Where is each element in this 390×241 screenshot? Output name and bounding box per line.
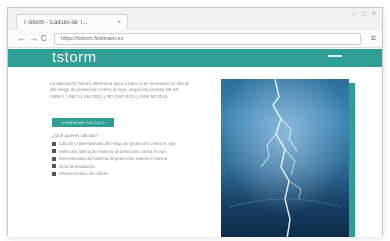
browser-window: T-Storm - Cálculo de T... × – □ × ← → C … xyxy=(7,7,383,237)
reload-icon[interactable]: C xyxy=(41,33,47,44)
question-text: ¿Qué quieres calcular? xyxy=(52,133,99,138)
lightning-svg xyxy=(221,79,349,237)
browser-tab[interactable]: T-Storm - Cálculo de T... × xyxy=(16,14,128,30)
list-item[interactable]: Guía de instalación xyxy=(52,164,192,170)
list-item[interactable]: Selección óptima del sistema de protecci… xyxy=(52,149,192,155)
checkbox-icon[interactable] xyxy=(52,156,56,161)
window-controls: – □ × xyxy=(352,11,376,19)
list-item[interactable]: Informe técnico del cálculo xyxy=(52,171,192,177)
browser-toolbar: ← → C https://tstorm.fedoraen.es ≡ xyxy=(8,30,382,48)
title-bar: T-Storm - Cálculo de T... × – □ × xyxy=(8,8,382,30)
intro-text: La aplicación Tstorm determina paso a pa… xyxy=(50,81,190,99)
forward-icon[interactable]: → xyxy=(29,33,38,44)
option-label: Dimensionado del sistema de protección e… xyxy=(59,156,168,162)
minimize-icon[interactable]: – xyxy=(352,11,356,19)
start-calculation-button[interactable]: COMENZAR CÁLCULO xyxy=(52,118,114,127)
checkbox-icon[interactable] xyxy=(52,171,56,176)
checkbox-icon[interactable] xyxy=(52,164,56,169)
site-header: tstorm xyxy=(8,49,382,67)
option-label: Cálculo y dimensionado del riesgo de pro… xyxy=(59,141,176,146)
list-item[interactable]: Cálculo y dimensionado del riesgo de pro… xyxy=(52,141,192,147)
address-bar[interactable]: https://tstorm.fedoraen.es xyxy=(54,33,361,45)
tab-title: T-Storm - Cálculo de T... xyxy=(23,19,88,26)
url-text: https://tstorm.fedoraen.es xyxy=(61,36,124,42)
lightning-image xyxy=(221,79,349,237)
header-nav-link[interactable] xyxy=(328,55,342,57)
maximize-icon[interactable]: □ xyxy=(362,11,366,19)
list-item[interactable]: Dimensionado del sistema de protección e… xyxy=(52,156,192,162)
menu-icon[interactable]: ≡ xyxy=(371,33,376,44)
option-label: Informe técnico del cálculo xyxy=(59,171,109,177)
site-logo[interactable]: tstorm xyxy=(52,49,97,67)
back-icon[interactable]: ← xyxy=(17,33,26,44)
tab-close-icon[interactable]: × xyxy=(117,20,121,26)
checkbox-icon[interactable] xyxy=(52,141,56,146)
option-label: Guía de instalación xyxy=(59,163,95,169)
option-list: Cálculo y dimensionado del riesgo de pro… xyxy=(52,141,192,179)
close-window-icon[interactable]: × xyxy=(372,11,376,19)
page-content: tstorm La aplicación Tstorm determina pa… xyxy=(8,49,382,237)
option-label: Selección óptima del sistema de protecci… xyxy=(59,148,167,154)
checkbox-icon[interactable] xyxy=(52,149,56,154)
